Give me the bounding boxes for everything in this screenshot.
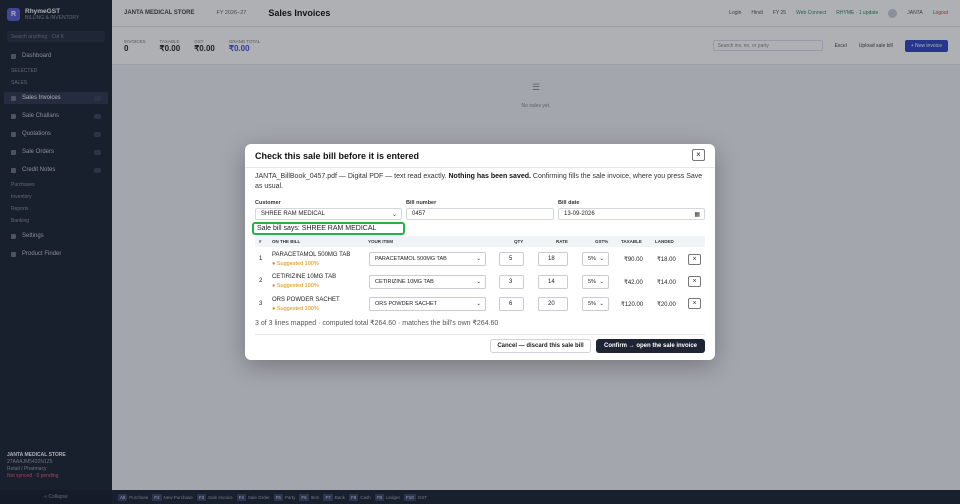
- close-button[interactable]: ×: [692, 149, 705, 161]
- chevron-down-icon: ⌄: [476, 279, 481, 285]
- bill-number-label: Bill number: [406, 200, 437, 206]
- row-number: 1: [259, 256, 263, 262]
- chevron-down-icon: ⌄: [599, 256, 604, 262]
- customer-label: Customer: [255, 200, 281, 206]
- taxable-value: ₹42.00: [624, 280, 643, 286]
- gst-select[interactable]: 5% ⌄: [582, 275, 609, 289]
- customer-select[interactable]: SHREE RAM MEDICAL ⌄: [255, 208, 402, 220]
- row-number: 3: [259, 301, 263, 307]
- close-icon: ×: [692, 278, 697, 285]
- col-rate: RATE: [556, 239, 568, 244]
- calendar-icon[interactable]: ▦: [694, 211, 700, 218]
- sale-bill-customer-hint: Sale bill says: SHREE RAM MEDICAL: [252, 222, 405, 235]
- dialog-footer-divider: [255, 334, 705, 335]
- bill-item-name: ORS POWDER SACHET: [272, 297, 340, 303]
- landed-value: ₹14.00: [657, 280, 676, 286]
- bill-date-label: Bill date: [558, 200, 580, 206]
- intro-file-info: JANTA_BillBook_0457.pdf — Digital PDF — …: [255, 173, 447, 180]
- remove-line-button[interactable]: ×: [688, 276, 701, 287]
- mapping-summary: 3 of 3 lines mapped · computed total ₹26…: [255, 320, 499, 327]
- suggestion-badge: ● Suggested 100%: [272, 283, 319, 289]
- bill-date-input[interactable]: 13-09-2026 ▦: [558, 208, 705, 220]
- qty-input[interactable]: 5: [499, 252, 524, 266]
- bill-number-input[interactable]: 0457: [406, 208, 554, 220]
- taxable-value: ₹120.00: [621, 302, 644, 308]
- gst-select[interactable]: 5% ⌄: [582, 297, 609, 311]
- col-on-the-bill: ON THE BILL: [272, 239, 301, 244]
- col-your-item: YOUR ITEM: [368, 239, 394, 244]
- rate-input[interactable]: 20: [538, 297, 568, 311]
- lines-table-header: # ON THE BILL YOUR ITEM QTY RATE GST% TA…: [255, 236, 705, 247]
- confirm-button[interactable]: Confirm → open the sale invoice: [596, 339, 705, 353]
- close-icon: ×: [696, 150, 701, 159]
- qty-input[interactable]: 6: [499, 297, 524, 311]
- landed-value: ₹18.00: [657, 257, 676, 263]
- remove-line-button[interactable]: ×: [688, 298, 701, 309]
- item-select[interactable]: PARACETAMOL 500MG TAB ⌄: [369, 252, 486, 266]
- item-select[interactable]: CETIRIZINE 10MG TAB ⌄: [369, 275, 486, 289]
- col-qty: QTY: [514, 239, 524, 244]
- dialog-title: Check this sale bill before it is entere…: [255, 151, 420, 161]
- col-gst: GST%: [595, 239, 609, 244]
- rate-input[interactable]: 14: [538, 275, 568, 289]
- rate-input[interactable]: 18: [538, 252, 568, 266]
- dialog-intro: JANTA_BillBook_0457.pdf — Digital PDF — …: [255, 172, 707, 192]
- taxable-value: ₹90.00: [624, 257, 643, 263]
- chevron-down-icon: ⌄: [476, 256, 481, 262]
- chevron-down-icon: ⌄: [391, 212, 397, 218]
- close-icon: ×: [692, 256, 697, 263]
- cancel-button[interactable]: Cancel — discard this sale bill: [490, 339, 591, 353]
- item-select[interactable]: ORS POWDER SACHET ⌄: [369, 297, 486, 311]
- qty-input[interactable]: 3: [499, 275, 524, 289]
- row-number: 2: [259, 278, 263, 284]
- col-taxable: TAXABLE: [621, 239, 642, 244]
- chevron-down-icon: ⌄: [476, 301, 481, 307]
- bill-item-name: PARACETAMOL 500MG TAB: [272, 252, 351, 258]
- col-num: #: [259, 239, 262, 244]
- intro-not-saved: Nothing has been saved.: [448, 173, 531, 180]
- chevron-down-icon: ⌄: [599, 301, 604, 307]
- col-landed: LANDED: [655, 239, 674, 244]
- chevron-down-icon: ⌄: [599, 279, 604, 285]
- bill-item-name: CETIRIZINE 10MG TAB: [272, 274, 337, 280]
- close-icon: ×: [692, 300, 697, 307]
- suggestion-badge: ● Suggested 100%: [272, 306, 319, 312]
- suggestion-badge: ● Suggested 100%: [272, 261, 319, 267]
- gst-select[interactable]: 5% ⌄: [582, 252, 609, 266]
- dialog-header: Check this sale bill before it is entere…: [245, 144, 715, 168]
- landed-value: ₹20.00: [657, 302, 676, 308]
- remove-line-button[interactable]: ×: [688, 254, 701, 265]
